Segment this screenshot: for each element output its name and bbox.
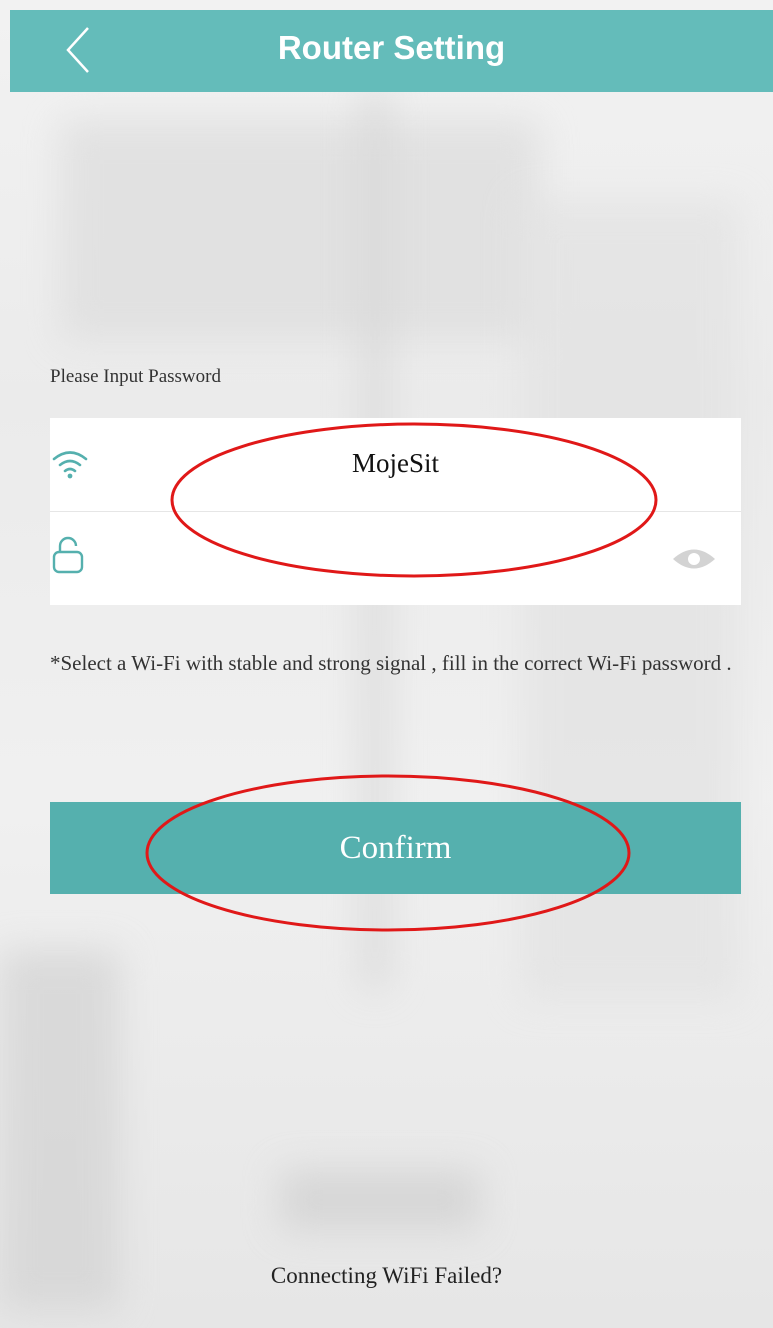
ssid-name: MojeSit bbox=[351, 448, 439, 478]
ssid-row[interactable]: MojeSit bbox=[50, 418, 741, 512]
lock-icon bbox=[52, 536, 84, 574]
connecting-wifi-failed-link[interactable]: Connecting WiFi Failed? bbox=[0, 1263, 773, 1289]
page-title: Router Setting bbox=[277, 29, 506, 66]
password-prompt-label: Please Input Password bbox=[50, 366, 221, 387]
confirm-button[interactable]: Confirm bbox=[50, 802, 741, 894]
eye-icon[interactable] bbox=[671, 544, 717, 574]
password-row bbox=[50, 512, 741, 605]
wifi-credentials-card: MojeSit bbox=[50, 418, 741, 605]
header-bar: Router Setting bbox=[10, 10, 773, 92]
password-input[interactable] bbox=[110, 526, 654, 588]
wifi-hint-text: *Select a Wi-Fi with stable and strong s… bbox=[50, 651, 732, 675]
